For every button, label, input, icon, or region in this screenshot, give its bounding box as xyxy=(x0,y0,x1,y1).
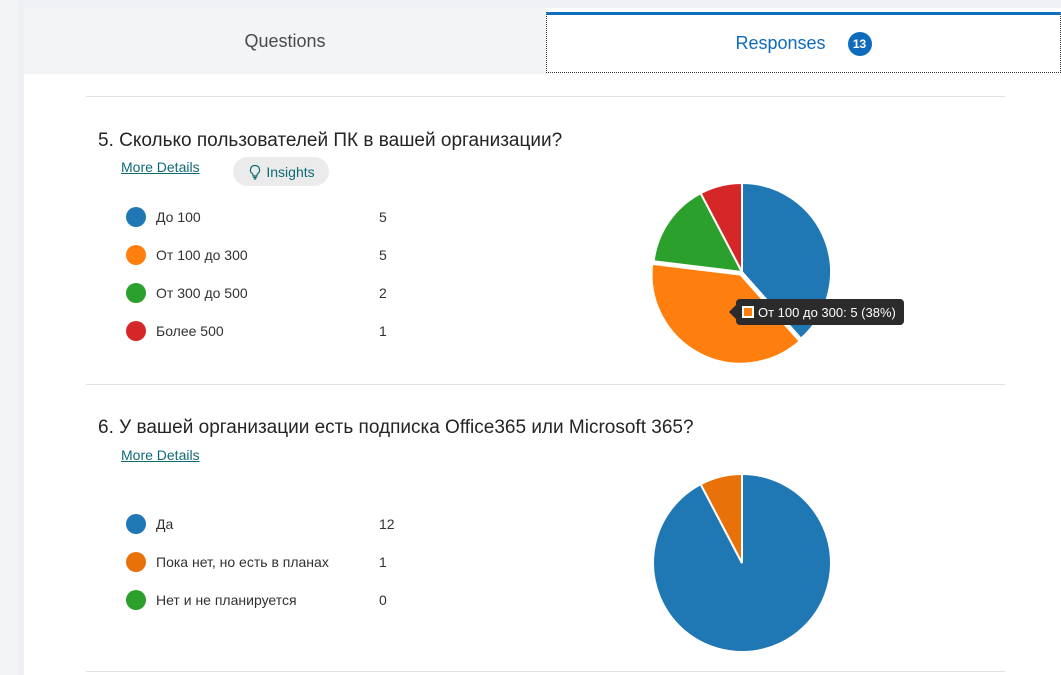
legend-count: 1 xyxy=(379,323,387,339)
legend-dot xyxy=(126,514,146,534)
responses-panel: Questions Responses 13 5. Сколько пользо… xyxy=(24,8,1061,675)
legend-count: 2 xyxy=(379,285,387,301)
question-title: 6. У вашей организации есть подписка Off… xyxy=(98,417,694,438)
insights-button[interactable]: Insights xyxy=(233,157,329,186)
legend-label: Более 500 xyxy=(156,323,224,339)
legend-item: От 300 до 500 2 xyxy=(126,282,387,304)
tab-questions[interactable]: Questions xyxy=(24,8,546,74)
divider xyxy=(86,671,1005,672)
responses-count-badge: 13 xyxy=(847,31,872,56)
pie-chart[interactable] xyxy=(642,466,842,666)
legend-label: От 300 до 500 xyxy=(156,285,248,301)
legend-item: До 100 5 xyxy=(126,206,387,228)
legend-item: Более 500 1 xyxy=(126,320,387,342)
pie-chart[interactable] xyxy=(636,168,836,368)
more-details-link[interactable]: More Details xyxy=(121,159,200,175)
legend-dot xyxy=(126,207,146,227)
legend-item: Нет и не планируется 0 xyxy=(126,589,387,611)
legend-label: Пока нет, но есть в планах xyxy=(156,554,329,570)
legend-dot xyxy=(126,321,146,341)
legend-label: Да xyxy=(156,516,174,532)
legend-dot xyxy=(126,552,146,572)
legend-dot xyxy=(126,283,146,303)
tab-bar: Questions Responses 13 xyxy=(24,8,1061,74)
lightbulb-icon xyxy=(250,164,261,180)
more-details-link[interactable]: More Details xyxy=(121,447,200,463)
left-sidebar-edge xyxy=(0,0,18,675)
insights-label: Insights xyxy=(266,163,315,180)
tooltip-text: От 100 до 300: 5 (38%) xyxy=(758,304,896,320)
divider xyxy=(86,96,1005,97)
legend-dot xyxy=(126,590,146,610)
legend-count: 5 xyxy=(379,247,387,263)
legend-item: Пока нет, но есть в планах 1 xyxy=(126,551,387,573)
legend-dot xyxy=(126,245,146,265)
legend-item: От 100 до 300 5 xyxy=(126,244,387,266)
divider xyxy=(86,384,1005,385)
chart-tooltip: От 100 до 300: 5 (38%) xyxy=(729,299,904,325)
tooltip-swatch xyxy=(742,306,754,318)
legend-count: 0 xyxy=(379,592,387,608)
legend-count: 5 xyxy=(379,209,387,225)
legend-label: Нет и не планируется xyxy=(156,592,297,608)
legend-item: Да 12 xyxy=(126,513,395,535)
legend-label: До 100 xyxy=(156,209,201,225)
legend-count: 1 xyxy=(379,554,387,570)
tab-responses-label: Responses xyxy=(735,33,826,53)
tab-responses[interactable]: Responses 13 xyxy=(546,12,1061,73)
legend-label: От 100 до 300 xyxy=(156,247,248,263)
legend-count: 12 xyxy=(379,516,395,532)
tab-questions-label: Questions xyxy=(244,30,326,51)
question-title: 5. Сколько пользователей ПК в вашей орга… xyxy=(98,130,563,151)
